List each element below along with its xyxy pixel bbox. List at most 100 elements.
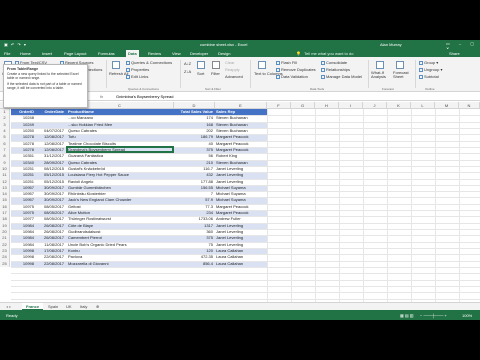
gridline <box>411 109 412 302</box>
status-bar: Ready ▦ ▤ ▥ − ───┼─── + 100% <box>0 310 480 320</box>
column-header-e[interactable]: E <box>215 102 267 109</box>
sort-asc-button[interactable]: A↓Z <box>184 61 191 66</box>
sheet-nav-arrows[interactable]: ◂ ▸ <box>2 303 15 310</box>
gridline <box>11 222 480 224</box>
consolidate-icon <box>321 61 325 65</box>
edit-links-button[interactable]: Edit Links <box>126 74 148 79</box>
gridline <box>11 197 480 199</box>
group-button[interactable]: Group ▾ <box>419 60 438 65</box>
properties-button[interactable]: Properties <box>126 67 149 72</box>
tab-data[interactable]: Data <box>126 50 139 57</box>
view-buttons[interactable]: ▦ ▤ ▥ <box>400 313 414 318</box>
sheet-tab-italy[interactable]: Italy <box>76 303 91 310</box>
refresh-icon[interactable] <box>112 61 120 69</box>
gridline <box>11 172 480 174</box>
column-header-g[interactable]: G <box>291 102 315 109</box>
worksheet-grid[interactable]: 1 OrderID OrderDate ProductName Total Sales … <box>0 109 480 302</box>
gridline <box>11 298 480 300</box>
gridline <box>11 248 480 250</box>
sheet-tab-spain[interactable]: Spain <box>44 303 62 310</box>
relationships-icon <box>321 68 325 72</box>
add-sheet-icon[interactable]: ⊕ <box>92 303 103 310</box>
group-separator <box>180 60 181 88</box>
tab-formulas[interactable]: Formulas <box>96 50 117 57</box>
gridline <box>11 191 480 193</box>
formula-input[interactable]: Gnimbina's Boysenberry Spread <box>116 94 173 100</box>
gridline <box>11 273 480 275</box>
subtotal-button[interactable]: Subtotal <box>419 74 439 79</box>
column-header-i[interactable]: I <box>339 102 363 109</box>
remove-duplicates-button[interactable]: Remove Duplicates <box>276 67 316 72</box>
tell-me-box[interactable]: 💡 Tell me what you want to do <box>294 50 357 57</box>
column-header-j[interactable]: J <box>363 102 387 109</box>
forecast-sheet-icon[interactable] <box>396 61 404 69</box>
zoom-slider[interactable]: − ───┼─── + <box>420 313 447 318</box>
gridline <box>11 159 480 161</box>
group-label-queries: Queries & Connections <box>128 87 159 91</box>
gridline <box>387 109 388 302</box>
tab-page-layout[interactable]: Page Layout <box>62 50 88 57</box>
flash-fill-button[interactable]: Flash Fill <box>276 60 297 65</box>
group-label-outline: Outline <box>425 87 435 91</box>
gridline <box>11 260 480 262</box>
reapply-button[interactable]: Reapply <box>225 67 240 72</box>
zoom-level[interactable]: 100% <box>462 313 472 318</box>
data-validation-button[interactable]: Data Validation <box>276 74 308 79</box>
column-header-m[interactable]: M <box>435 102 459 109</box>
tab-developer[interactable]: Developer <box>188 50 210 57</box>
ribbon-tabs: File Home Insert Page Layout Formulas Da… <box>0 49 480 57</box>
consolidate-button[interactable]: Consolidate <box>321 60 347 65</box>
sort-button[interactable]: Sort <box>197 71 204 76</box>
filter-button[interactable]: Filter <box>211 71 220 76</box>
clear-filter-button[interactable]: Clear <box>225 60 235 65</box>
column-header-d[interactable]: D <box>174 102 215 109</box>
advanced-filter-button[interactable]: Advanced <box>225 74 243 79</box>
sheet-tab-uk[interactable]: UK <box>62 303 76 310</box>
gridline <box>11 178 480 180</box>
column-header-n[interactable]: N <box>459 102 480 109</box>
queries-icon <box>126 61 130 65</box>
gridline <box>11 121 480 123</box>
status-ready: Ready <box>6 313 18 318</box>
manage-data-model-button[interactable]: Manage Data Model <box>321 74 362 79</box>
group-separator <box>368 60 369 88</box>
tab-insert[interactable]: Insert <box>40 50 54 57</box>
gridline <box>11 203 480 205</box>
column-header-k[interactable]: K <box>387 102 411 109</box>
gridline <box>11 115 480 117</box>
ungroup-button[interactable]: Ungroup ▾ <box>419 67 442 72</box>
tab-review[interactable]: Review <box>146 50 163 57</box>
sheet-tab-france[interactable]: France <box>22 303 44 310</box>
what-if-analysis-button[interactable]: What-If Analysis <box>371 71 393 79</box>
column-header-h[interactable]: H <box>315 102 339 109</box>
text-to-columns-icon[interactable] <box>258 61 266 69</box>
column-header-f[interactable]: F <box>267 102 291 109</box>
quick-access-toolbar[interactable]: ▣ ↶ ↷ ▾ <box>4 42 27 47</box>
tab-design[interactable]: Design <box>216 50 232 57</box>
row-number[interactable]: 25 <box>0 260 10 267</box>
sort-desc-button[interactable]: Z↓A <box>184 69 191 74</box>
selected-cell-outline <box>66 146 174 154</box>
filter-icon[interactable] <box>212 61 220 69</box>
link-icon <box>126 75 130 79</box>
relationships-button[interactable]: Relationships <box>321 67 350 72</box>
queries-connections-button[interactable]: Queries & Connections <box>126 60 172 65</box>
share-button[interactable]: Share <box>447 50 462 57</box>
tab-view[interactable]: View <box>170 50 183 57</box>
what-if-icon[interactable] <box>376 61 384 69</box>
group-label-forecast: Forecast <box>382 87 394 91</box>
column-header-l[interactable]: L <box>411 102 435 109</box>
gridline <box>11 235 480 237</box>
sheet-tab-bar: ◂ ▸ France Spain UK Italy ⊕ <box>0 302 480 310</box>
gridline <box>11 210 480 212</box>
sort-icon[interactable] <box>197 61 205 69</box>
tooltip-line-2: If the selected data is not part of a ta… <box>7 82 82 90</box>
fx-icon[interactable]: fx <box>100 94 103 99</box>
gridline <box>11 267 480 268</box>
tab-home[interactable]: Home <box>18 50 33 57</box>
group-label-sort-filter: Sort & Filter <box>205 87 221 91</box>
gridline <box>11 254 480 256</box>
forecast-sheet-button[interactable]: Forecast Sheet <box>393 71 413 79</box>
tab-file[interactable]: File <box>2 50 12 57</box>
user-name[interactable]: Alan Murray <box>380 42 402 47</box>
